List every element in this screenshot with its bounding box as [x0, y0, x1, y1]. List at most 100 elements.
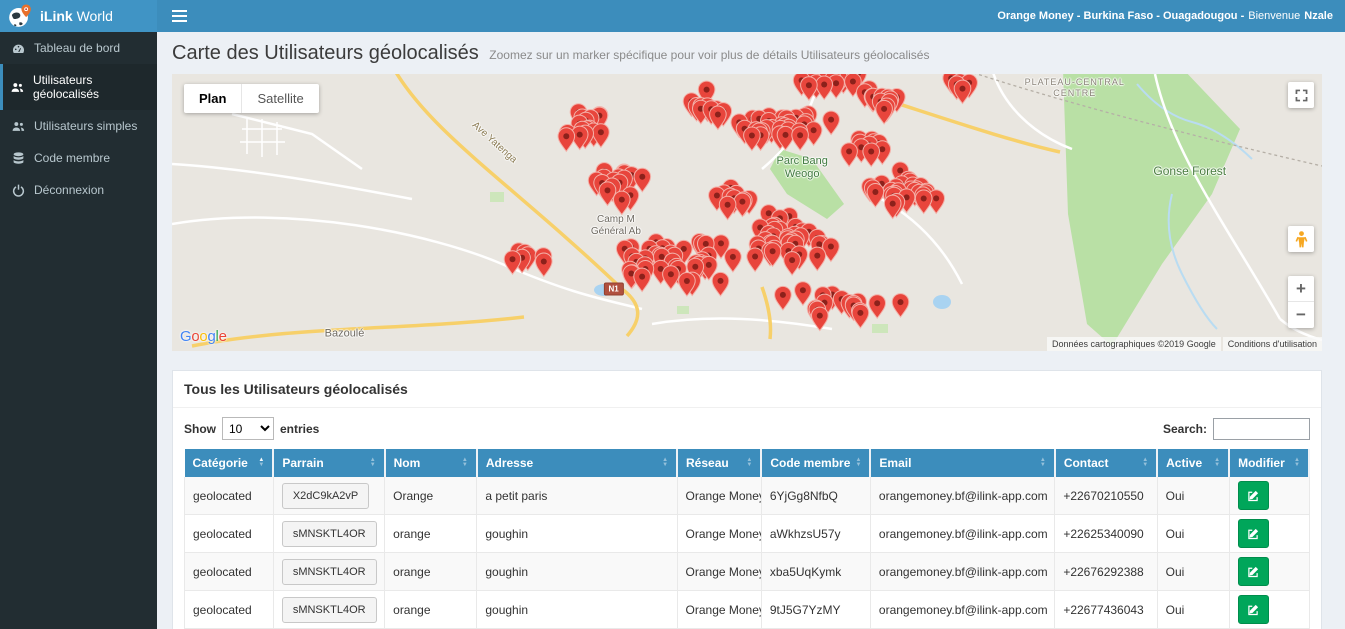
map-marker[interactable]	[599, 182, 616, 206]
map-marker[interactable]	[712, 272, 729, 296]
column-header-contact[interactable]: Contact	[1055, 449, 1157, 477]
column-header-reseau[interactable]: Réseau	[677, 449, 761, 477]
map-marker[interactable]	[747, 248, 764, 272]
search-label: Search:	[1163, 422, 1207, 436]
column-header-nom[interactable]: Nom	[385, 449, 477, 477]
map-marker[interactable]	[558, 128, 575, 152]
table-row: geolocatedsMNSKTL4ORorangegoughinOrange …	[185, 591, 1310, 629]
main-content: Carte des Utilisateurs géolocalisés Zoom…	[157, 32, 1345, 629]
map-marker[interactable]	[634, 268, 651, 292]
column-label: Adresse	[486, 456, 533, 470]
parrain-button[interactable]: sMNSKTL4OR	[282, 521, 377, 547]
map-marker[interactable]	[792, 127, 809, 151]
cell-reseau: Orange Money	[677, 591, 761, 629]
map-marker[interactable]	[869, 295, 886, 319]
cell-active: Oui	[1157, 591, 1229, 629]
cell-active: Oui	[1157, 553, 1229, 591]
pegman-button[interactable]	[1288, 226, 1314, 252]
sidebar-item-code-membre[interactable]: Code membre	[0, 142, 157, 174]
panel-body: Show 10 entries Search: CatégorieParrain…	[173, 408, 1321, 629]
column-header-email[interactable]: Email	[870, 449, 1054, 477]
edit-button[interactable]	[1238, 481, 1269, 510]
search-input[interactable]	[1213, 418, 1310, 440]
sort-icon	[746, 458, 752, 468]
sidebar-item-label: Déconnexion	[34, 183, 104, 197]
map-marker[interactable]	[809, 247, 826, 271]
cell-reseau: Orange Money	[677, 515, 761, 553]
map-marker[interactable]	[725, 248, 742, 272]
cell-parrain: sMNSKTL4OR	[273, 591, 384, 629]
map-marker[interactable]	[852, 304, 869, 328]
map-marker[interactable]	[884, 195, 901, 219]
context-text: Orange Money - Burkina Faso - Ouagadougo…	[997, 10, 1244, 22]
map-marker[interactable]	[719, 196, 736, 220]
column-header-active[interactable]: Active	[1157, 449, 1229, 477]
cell-adresse: goughin	[477, 591, 677, 629]
zoom-out-button[interactable]: −	[1288, 302, 1314, 328]
map-type-plan[interactable]: Plan	[184, 84, 242, 113]
column-header-parrain[interactable]: Parrain	[273, 449, 384, 477]
map-marker[interactable]	[876, 100, 893, 124]
map-canvas[interactable]: PLATEAU-CENTRALCENTREParc BangWeogoGonse…	[172, 74, 1322, 351]
map-marker[interactable]	[867, 184, 884, 208]
user-name: Nzale	[1304, 10, 1333, 22]
column-header-adresse[interactable]: Adresse	[477, 449, 677, 477]
users-panel: Tous les Utilisateurs géolocalisés Show …	[172, 370, 1322, 629]
cell-parrain: X2dC9kA2vP	[273, 477, 384, 515]
map-marker[interactable]	[504, 251, 521, 275]
map-marker[interactable]	[823, 111, 840, 135]
map-marker[interactable]	[784, 252, 801, 276]
map-marker[interactable]	[536, 253, 553, 277]
sidebar-item-label: Utilisateurs simples	[34, 119, 137, 133]
column-label: Modifier	[1238, 456, 1285, 470]
column-header-modifier[interactable]: Modifier	[1229, 449, 1309, 477]
entries-select[interactable]: 10	[222, 417, 274, 440]
map-marker[interactable]	[663, 266, 680, 290]
map-marker[interactable]	[863, 143, 880, 167]
sort-icon	[258, 458, 264, 468]
map-marker[interactable]	[841, 143, 858, 167]
panel-title: Tous les Utilisateurs géolocalisés	[173, 371, 1321, 408]
sidebar-toggle[interactable]	[157, 0, 201, 32]
cell-contact: +22677436043	[1055, 591, 1157, 629]
attribution-terms-link[interactable]: Conditions d'utilisation	[1223, 337, 1322, 351]
parrain-button[interactable]: X2dC9kA2vP	[282, 483, 369, 509]
sidebar-item-utilisateurs-simples[interactable]: Utilisateurs simples	[0, 110, 157, 142]
topbar-context: Orange Money - Burkina Faso - Ouagadougo…	[997, 0, 1345, 32]
cell-adresse: goughin	[477, 515, 677, 553]
zoom-in-button[interactable]: +	[1288, 276, 1314, 302]
edit-icon	[1247, 604, 1259, 616]
map-marker[interactable]	[614, 191, 631, 215]
map-markers-layer	[172, 74, 1322, 351]
app-logo[interactable]: iLink World	[0, 0, 157, 32]
database-icon	[11, 152, 25, 165]
sidebar-item-deconnexion[interactable]: Déconnexion	[0, 174, 157, 206]
map-type-satellite[interactable]: Satellite	[242, 84, 318, 113]
map-marker[interactable]	[812, 307, 829, 331]
map-marker[interactable]	[634, 168, 651, 192]
map-marker[interactable]	[764, 243, 781, 266]
sidebar-item-tableau-de-bord[interactable]: Tableau de bord	[0, 32, 157, 64]
edit-button[interactable]	[1238, 519, 1269, 548]
table-row: geolocatedX2dC9kA2vPOrangea petit parisO…	[185, 477, 1310, 515]
column-header-code-membre[interactable]: Code membre	[761, 449, 870, 477]
dashboard-icon	[11, 42, 25, 55]
zoom-control: + −	[1288, 276, 1314, 328]
search-control: Search:	[1163, 418, 1310, 440]
google-logo[interactable]: Google	[180, 328, 227, 345]
cell-categorie: geolocated	[185, 477, 274, 515]
fullscreen-button[interactable]	[1288, 82, 1314, 108]
map-marker[interactable]	[892, 294, 909, 318]
edit-icon	[1247, 490, 1259, 502]
sidebar-item-utilisateurs-geolocalises[interactable]: Utilisateurs géolocalisés	[0, 64, 157, 110]
edit-button[interactable]	[1238, 595, 1269, 624]
parrain-button[interactable]: sMNSKTL4OR	[282, 597, 377, 623]
cell-reseau: Orange Money	[677, 477, 761, 515]
column-header-categorie[interactable]: Catégorie	[185, 449, 274, 477]
map-marker[interactable]	[915, 190, 932, 214]
map-marker[interactable]	[775, 286, 792, 310]
edit-button[interactable]	[1238, 557, 1269, 586]
parrain-button[interactable]: sMNSKTL4OR	[282, 559, 377, 585]
cell-nom: orange	[385, 515, 477, 553]
map-marker[interactable]	[795, 282, 812, 306]
